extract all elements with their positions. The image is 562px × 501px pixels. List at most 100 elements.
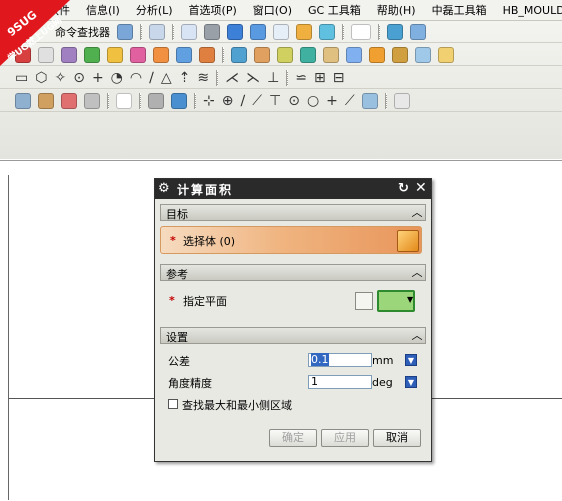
section-reference[interactable]: 参考 ︿ [160,264,426,281]
rectangle-icon[interactable]: ▭ [15,70,28,86]
menu-item-help[interactable]: 帮助(H) [377,2,416,18]
menu-item-analysis[interactable]: 分析(L) [136,2,173,18]
ellipse-icon[interactable]: ⊙ [73,70,85,86]
shaded-cube-icon[interactable] [227,23,243,40]
offset-icon[interactable] [254,46,270,63]
required-star-icon: * [169,294,175,307]
menu-item-info[interactable]: 信息(I) [86,2,120,18]
fillet-curve-icon[interactable]: ◠ [130,70,142,86]
graphics-border [8,175,9,500]
apply-button[interactable]: 应用 [321,429,369,447]
cylinder-icon[interactable] [176,46,192,63]
solid-body-cube-icon[interactable] [397,230,419,252]
menu-item-hb-mould[interactable]: HB_MOULD M6. [503,4,562,17]
gear-icon[interactable]: ⚙ [158,181,170,196]
menu-item-window[interactable]: 窗口(O) [253,2,292,18]
wireframe-cube-icon[interactable] [273,23,289,40]
datum-plane-icon[interactable] [231,46,247,63]
snap-point-plus-icon[interactable]: + [326,93,338,109]
rect-select-icon[interactable] [116,92,132,109]
snap-perp-icon[interactable]: ⊤ [269,93,281,109]
point-icon[interactable] [300,46,316,63]
chevron-down-icon[interactable]: ▼ [407,295,413,304]
chevron-up-icon[interactable]: ︿ [410,265,424,280]
select-filter-icon[interactable] [15,92,31,109]
arc-icon[interactable]: ◔ [111,70,123,86]
note-icon[interactable]: ⊟ [333,70,345,86]
assembly-icon[interactable] [148,92,164,109]
angle-unit-dropdown-icon[interactable]: ▼ [405,376,417,388]
menu-item-preferences[interactable]: 首选项(P) [189,2,237,18]
draft-icon[interactable] [392,46,408,63]
pattern-icon[interactable] [369,46,385,63]
divide-curve-icon[interactable]: ⋋ [246,70,260,86]
quick-pick-icon[interactable] [84,92,100,109]
solid-cube-icon[interactable] [250,23,266,40]
fit-view-icon[interactable] [181,23,197,40]
dialog-title-bar: ⚙ 计算面积 ↻ ✕ [155,179,431,199]
block-icon[interactable] [199,46,215,63]
studio-spline-icon[interactable]: ✧ [54,70,66,86]
tool-icon[interactable] [438,46,454,63]
find-min-max-checkbox[interactable] [168,399,178,409]
section-target[interactable]: 目标 ︿ [160,204,426,221]
trim-curve-icon[interactable]: ⋌ [225,70,239,86]
polygon-icon[interactable]: ⬡ [35,70,47,86]
trim-icon[interactable] [277,46,293,63]
paint-icon[interactable] [296,23,312,40]
snap-intersect-icon[interactable]: ⟋ [345,93,355,109]
cancel-button[interactable]: 取消 [373,429,421,447]
angle-precision-input[interactable]: 1 [308,375,372,389]
tolerance-input[interactable]: 0.1 [308,353,372,367]
snap-quadrant-icon[interactable]: ○ [307,93,319,109]
dimension-icon[interactable]: ⋍ [295,70,307,86]
snap-settings-icon[interactable] [393,92,410,109]
mirror-icon[interactable] [415,46,431,63]
move-icon[interactable] [387,23,403,40]
extend-curve-icon[interactable]: ⊥ [267,70,279,86]
reset-icon[interactable]: ↻ [398,181,409,196]
edit-icon[interactable] [319,23,335,40]
rotate-icon[interactable] [410,23,426,40]
menu-item-gc-toolbox[interactable]: GC 工具箱 [308,2,361,18]
toolbar-row-4: ⊹ ⊕ ∕ ⟋ ⊤ ⊙ ○ + ⟋ [0,90,562,112]
section-settings[interactable]: 设置 ︿ [160,327,426,344]
close-icon[interactable]: ✕ [415,180,427,196]
chevron-up-icon[interactable]: ︿ [410,328,424,343]
snap-icon[interactable] [38,92,54,109]
component-icon[interactable] [171,92,187,109]
triangle-icon[interactable]: △ [161,70,172,86]
background-color-icon[interactable] [351,23,371,40]
render-style-icon[interactable] [204,23,220,40]
offset-curve-icon[interactable]: ≋ [197,70,209,86]
tolerance-unit-dropdown-icon[interactable]: ▼ [405,354,417,366]
snap-line-icon[interactable]: ∕ [240,93,245,109]
shell-icon[interactable] [153,46,169,63]
layer-icon[interactable] [117,23,133,40]
watermark-logo: 9SUG 学UG就上UG网 [0,0,70,66]
extrude-icon[interactable] [84,46,100,63]
snap-face-icon[interactable] [361,92,378,109]
table-icon[interactable]: ⊞ [314,70,326,86]
snap-end-icon[interactable]: ⊹ [203,93,215,109]
chevron-up-icon[interactable]: ︿ [410,205,424,220]
boolean-icon[interactable] [323,46,339,63]
menu-item-zhonglei-toolbox[interactable]: 中磊工具箱 [432,2,487,18]
chamfer-icon[interactable] [130,46,146,63]
find-min-max-label: 查找最大和最小侧区域 [182,399,292,412]
toolbar-row-5 [0,113,562,158]
project-icon[interactable]: ⇡ [179,70,191,86]
snap-point-icon[interactable] [61,92,77,109]
surface-icon[interactable] [346,46,362,63]
info-icon[interactable] [149,23,165,40]
point-plus-icon[interactable]: + [92,70,104,86]
snap-center-icon[interactable]: ⊙ [288,93,300,109]
snap-tangent-icon[interactable]: ⟋ [252,93,262,109]
select-body-label: 选择体 (0) [183,235,236,248]
snap-mid-icon[interactable]: ⊕ [222,93,234,109]
blend-icon[interactable] [107,46,123,63]
plane-dialog-icon[interactable] [355,292,373,310]
ok-button[interactable]: 确定 [269,429,317,447]
line-icon[interactable]: ∕ [149,70,154,86]
select-body-row[interactable]: * 选择体 (0) [160,226,422,254]
